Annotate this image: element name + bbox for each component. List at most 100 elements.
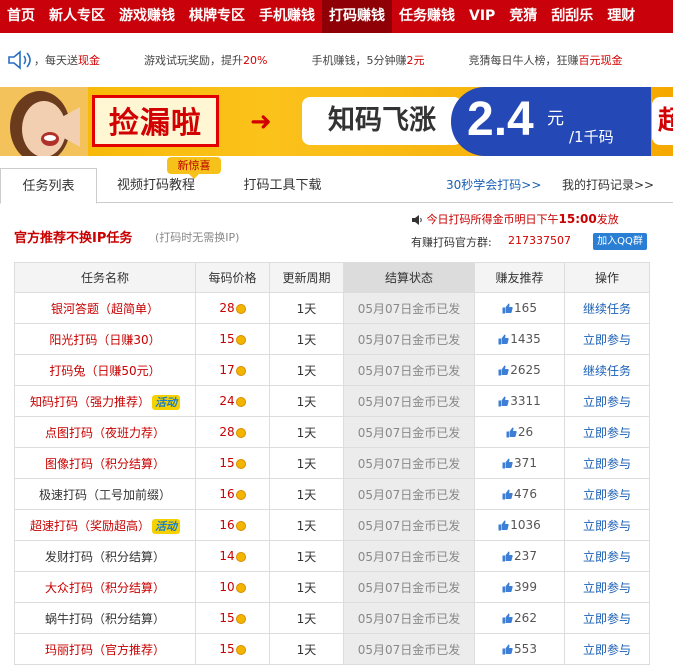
task-name-cell[interactable]: 银河答题（超简单）	[14, 292, 196, 324]
shouting-woman-image	[0, 87, 88, 156]
thumbs-up-icon[interactable]	[498, 520, 509, 531]
tab-tool-download[interactable]: 打码工具下载	[225, 168, 340, 203]
nav-item[interactable]: 首页	[0, 0, 42, 33]
task-name[interactable]: 点图打码（夜班力荐）	[45, 426, 165, 440]
task-name[interactable]: 知码打码（强力推荐）	[30, 395, 150, 409]
status-cell: 05月07日金币已发	[343, 571, 475, 603]
recommend-cell[interactable]: 553	[474, 633, 565, 665]
task-name-cell[interactable]: 大众打码（积分结算）	[14, 571, 196, 603]
task-name-cell[interactable]: 极速打码（工号加前缀）	[14, 478, 196, 510]
task-name-cell[interactable]: 发财打码（积分结算）	[14, 540, 196, 572]
task-name[interactable]: 超速打码（奖励超高）	[30, 519, 150, 533]
ticker-item[interactable]: 游戏试玩奖励，提升20%	[144, 52, 267, 68]
task-name-cell[interactable]: 蜗牛打码（积分结算）	[14, 602, 196, 634]
nav-item[interactable]: VIP	[462, 0, 502, 33]
task-name[interactable]: 银河答题（超简单）	[51, 302, 159, 316]
my-record-link[interactable]: 我的打码记录>>	[562, 168, 654, 203]
col-status: 结算状态	[343, 262, 475, 293]
cycle-cell: 1天	[269, 602, 344, 634]
nav-item[interactable]: 理财	[600, 0, 642, 33]
cycle-cell: 1天	[269, 633, 344, 665]
tab-task-list[interactable]: 任务列表	[0, 168, 97, 204]
thumbs-up-icon[interactable]	[502, 489, 513, 500]
recommend-cell[interactable]: 262	[474, 602, 565, 634]
action-link[interactable]: 立即参与	[564, 571, 650, 603]
action-link[interactable]: 立即参与	[564, 478, 650, 510]
top-nav: 首页 新人专区 游戏赚钱 棋牌专区 手机赚钱 打码赚钱 任务赚钱 VIP 竞猜 刮刮乐 理财	[0, 0, 673, 33]
thumbs-up-icon[interactable]	[498, 396, 509, 407]
join-qq-group-button[interactable]: 加入QQ群	[593, 233, 647, 250]
thumbs-up-icon[interactable]	[506, 427, 517, 438]
activity-badge: 活动	[152, 518, 180, 534]
thumbs-up-icon[interactable]	[502, 458, 513, 469]
task-name[interactable]: 极速打码（工号加前缀）	[39, 488, 171, 502]
table-row: 发财打码（积分结算） 14 1天 05月07日金币已发 237 立即参与	[14, 540, 650, 572]
action-link[interactable]: 继续任务	[564, 292, 650, 324]
nav-item[interactable]: 手机赚钱	[252, 0, 322, 33]
ticker-item[interactable]: ，每天送现金	[34, 52, 100, 68]
nav-item[interactable]: 刮刮乐	[544, 0, 600, 33]
recommend-cell[interactable]: 2625	[474, 354, 565, 386]
task-name[interactable]: 玛丽打码（官方推荐）	[45, 643, 165, 657]
thumbs-up-icon[interactable]	[502, 582, 513, 593]
nav-item[interactable]: 游戏赚钱	[112, 0, 182, 33]
ticker-item[interactable]: 手机赚钱，5分钟赚2元	[311, 52, 424, 68]
action-link[interactable]: 立即参与	[564, 509, 650, 541]
recommend-cell[interactable]: 3311	[474, 385, 565, 417]
thumbs-up-icon[interactable]	[498, 365, 509, 376]
thumbs-up-icon[interactable]	[502, 551, 513, 562]
price-value: 16	[219, 518, 235, 532]
task-name-cell[interactable]: 图像打码（积分结算）	[14, 447, 196, 479]
nav-item[interactable]: 任务赚钱	[392, 0, 462, 33]
coin-icon	[235, 396, 246, 407]
action-link[interactable]: 立即参与	[564, 323, 650, 355]
price-cell: 17	[195, 354, 270, 386]
learn-link[interactable]: 30秒学会打码>>	[446, 168, 541, 203]
recommend-cell[interactable]: 476	[474, 478, 565, 510]
task-name-cell[interactable]: 阳光打码（日赚30）	[14, 323, 196, 355]
status-cell: 05月07日金币已发	[343, 509, 475, 541]
action-link[interactable]: 立即参与	[564, 540, 650, 572]
recommend-cell[interactable]: 165	[474, 292, 565, 324]
task-name-cell[interactable]: 超速打码（奖励超高） 活动	[14, 509, 196, 541]
action-link[interactable]: 立即参与	[564, 447, 650, 479]
price-cell: 10	[195, 571, 270, 603]
ticker-item[interactable]: 竞猜每日牛人榜，狂赚百元现金	[468, 52, 622, 68]
task-name-cell[interactable]: 玛丽打码（官方推荐）	[14, 633, 196, 665]
recommend-cell[interactable]: 1036	[474, 509, 565, 541]
nav-item[interactable]: 新人专区	[42, 0, 112, 33]
price-cell: 16	[195, 509, 270, 541]
col-task-name: 任务名称	[14, 262, 196, 293]
task-name[interactable]: 阳光打码（日赚30）	[49, 333, 160, 347]
task-name[interactable]: 蜗牛打码（积分结算）	[45, 612, 165, 626]
status-cell: 05月07日金币已发	[343, 478, 475, 510]
task-name[interactable]: 图像打码（积分结算）	[45, 457, 165, 471]
task-name[interactable]: 发财打码（积分结算）	[45, 550, 165, 564]
task-name-cell[interactable]: 点图打码（夜班力荐）	[14, 416, 196, 448]
recommend-cell[interactable]: 399	[474, 571, 565, 603]
nav-item[interactable]: 打码赚钱	[322, 0, 392, 33]
nav-item[interactable]: 竞猜	[502, 0, 544, 33]
task-name[interactable]: 大众打码（积分结算）	[45, 581, 165, 595]
task-name-cell[interactable]: 知码打码（强力推荐） 活动	[14, 385, 196, 417]
banner-slogan: 捡漏啦	[92, 95, 219, 147]
action-link[interactable]: 立即参与	[564, 385, 650, 417]
thumbs-up-icon[interactable]	[502, 303, 513, 314]
recommend-cell[interactable]: 26	[474, 416, 565, 448]
banner-tail-text: 超	[652, 97, 673, 145]
nav-item[interactable]: 棋牌专区	[182, 0, 252, 33]
price-cell: 15	[195, 633, 270, 665]
action-link[interactable]: 立即参与	[564, 633, 650, 665]
recommend-cell[interactable]: 237	[474, 540, 565, 572]
promo-banner[interactable]: 捡漏啦 ➜ 知码飞涨 2.4 元 /1千码 超	[0, 87, 673, 156]
action-link[interactable]: 立即参与	[564, 416, 650, 448]
recommend-cell[interactable]: 371	[474, 447, 565, 479]
recommend-cell[interactable]: 1435	[474, 323, 565, 355]
task-name-cell[interactable]: 打码兔（日赚50元）	[14, 354, 196, 386]
action-link[interactable]: 立即参与	[564, 602, 650, 634]
action-link[interactable]: 继续任务	[564, 354, 650, 386]
thumbs-up-icon[interactable]	[498, 334, 509, 345]
thumbs-up-icon[interactable]	[502, 613, 513, 624]
thumbs-up-icon[interactable]	[502, 644, 513, 655]
task-name[interactable]: 打码兔（日赚50元）	[49, 364, 160, 378]
